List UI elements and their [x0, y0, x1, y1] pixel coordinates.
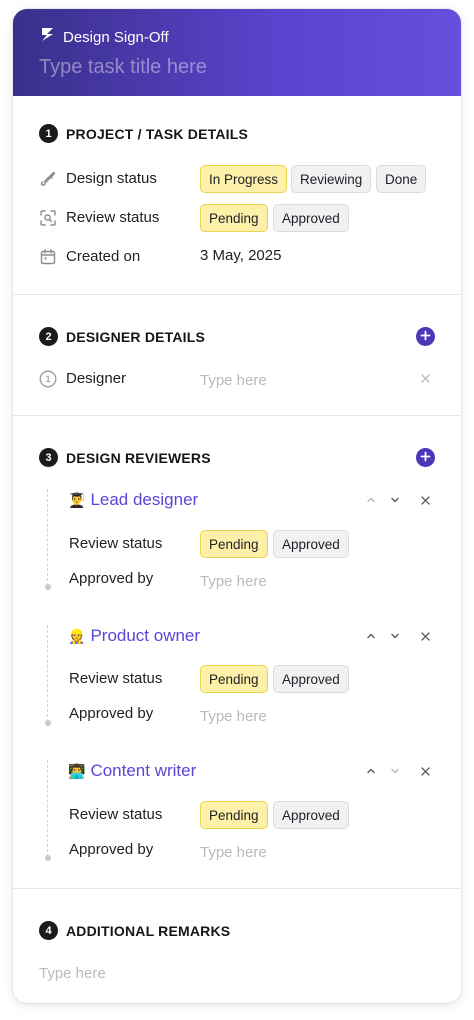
reviewer-name-text: Content writer	[90, 761, 197, 780]
section-title-design-reviewers: DESIGN REVIEWERS	[66, 450, 211, 466]
reviewer-option-pending[interactable]: Pending	[200, 665, 268, 693]
section-divider	[13, 294, 461, 295]
move-down-button[interactable]	[387, 764, 403, 780]
design-status-option-reviewing[interactable]: Reviewing	[291, 165, 372, 193]
reviewer-name-text: Product owner	[90, 626, 201, 645]
reviewer-avatar-icon: 👨‍💻	[68, 762, 86, 779]
reviewer-timeline	[47, 489, 48, 586]
remove-reviewer-button[interactable]	[417, 629, 433, 645]
reviewer-name-text: Lead designer	[90, 490, 199, 509]
chevron-down-icon	[390, 763, 400, 781]
scan-search-icon	[39, 209, 57, 227]
reviewer-name-lead-designer: 👨‍🎓 Lead designer	[68, 490, 198, 510]
review-status-option-pending[interactable]: Pending	[200, 204, 268, 232]
plus-icon	[420, 328, 431, 346]
move-up-button[interactable]	[363, 764, 379, 780]
reviewer-timeline-dot	[45, 720, 51, 726]
close-icon	[420, 370, 430, 388]
task-title-input[interactable]	[39, 54, 429, 80]
move-up-button[interactable]	[363, 493, 379, 509]
chevron-down-icon	[390, 492, 400, 510]
reviewer-approved-by-label: Approved by	[69, 705, 154, 722]
reviewer-approved-by-label: Approved by	[69, 841, 154, 858]
header: Design Sign-Off	[13, 9, 461, 96]
reviewer-timeline-dot	[45, 855, 51, 861]
reviewer-approved-by-label: Approved by	[69, 570, 154, 587]
section-title-project-details: PROJECT / TASK DETAILS	[66, 126, 249, 142]
reviewer-name-content-writer: 👨‍💻 Content writer	[68, 761, 196, 781]
move-up-button[interactable]	[363, 629, 379, 645]
reviewer-option-pending[interactable]: Pending	[200, 801, 268, 829]
remove-reviewer-button[interactable]	[417, 493, 433, 509]
reviewer-review-status-label: Review status	[69, 670, 163, 687]
plus-icon	[420, 449, 431, 467]
review-status-label: Review status	[66, 209, 160, 226]
reviewer-approved-by-input[interactable]	[200, 570, 390, 592]
app-title: Design Sign-Off	[63, 28, 169, 46]
reviewer-option-approved[interactable]: Approved	[273, 530, 349, 558]
remarks-input[interactable]	[39, 962, 429, 984]
sign-off-card: Design Sign-Off 1 PROJECT / TASK DETAILS…	[13, 9, 461, 1003]
clear-designer-button[interactable]	[417, 371, 433, 387]
reviewer-approved-by-input[interactable]	[200, 705, 390, 727]
design-status-option-done[interactable]: Done	[376, 165, 427, 193]
reviewer-avatar-icon: 👨‍🎓	[68, 491, 86, 508]
reviewer-approved-by-input[interactable]	[200, 841, 390, 863]
reviewer-timeline	[47, 760, 48, 857]
designer-label: Designer	[66, 370, 127, 387]
move-down-button[interactable]	[387, 493, 403, 509]
reviewer-avatar-icon: 👷	[68, 627, 86, 644]
reviewer-option-approved[interactable]: Approved	[273, 801, 349, 829]
app-logo-icon	[39, 26, 56, 48]
reviewer-timeline	[47, 625, 48, 722]
design-status-label: Design status	[66, 170, 157, 187]
section-divider	[13, 415, 461, 416]
designer-input[interactable]	[200, 369, 390, 391]
calendar-icon	[39, 248, 57, 266]
add-designer-button[interactable]	[416, 327, 435, 346]
reviewer-name-product-owner: 👷 Product owner	[68, 626, 200, 646]
design-status-option-in-progress[interactable]: In Progress	[200, 165, 288, 193]
review-status-option-approved[interactable]: Approved	[273, 204, 349, 232]
app-title-row: Design Sign-Off	[39, 26, 169, 48]
reviewer-review-status-label: Review status	[69, 535, 163, 552]
created-on-label: Created on	[66, 248, 141, 265]
brush-icon	[39, 169, 57, 187]
close-icon	[420, 763, 430, 781]
reviewer-review-status-label: Review status	[69, 806, 163, 823]
reviewer-option-approved[interactable]: Approved	[273, 665, 349, 693]
section-number: 2	[39, 327, 58, 346]
move-down-button[interactable]	[387, 629, 403, 645]
designer-index: 1	[45, 373, 51, 385]
section-divider	[13, 888, 461, 889]
close-icon	[420, 628, 430, 646]
reviewer-option-pending[interactable]: Pending	[200, 530, 268, 558]
section-title-designer-details: DESIGNER DETAILS	[66, 329, 206, 345]
chevron-up-icon	[366, 763, 376, 781]
reviewer-timeline-dot	[45, 584, 51, 590]
chevron-up-icon	[366, 492, 376, 510]
chevron-down-icon	[390, 628, 400, 646]
created-on-value: 3 May, 2025	[200, 247, 282, 264]
section-title-additional-remarks: ADDITIONAL REMARKS	[66, 923, 231, 939]
section-number: 3	[39, 448, 58, 467]
close-icon	[420, 492, 430, 510]
section-number: 4	[39, 921, 58, 940]
chevron-up-icon	[366, 628, 376, 646]
section-number: 1	[39, 124, 58, 143]
remove-reviewer-button[interactable]	[417, 764, 433, 780]
add-reviewer-button[interactable]	[416, 448, 435, 467]
